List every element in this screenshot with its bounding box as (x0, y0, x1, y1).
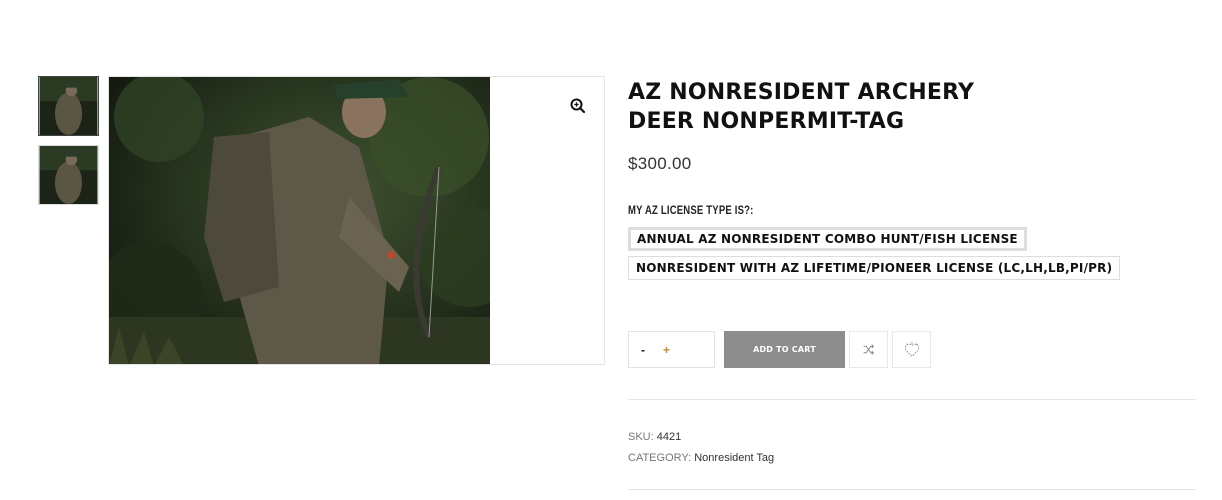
product-title: AZ NONRESIDENT ARCHERY DEER NONPERMIT-TA… (628, 80, 975, 134)
heart-icon (904, 341, 919, 357)
zoom-button[interactable] (569, 97, 587, 115)
divider (628, 489, 1196, 490)
license-option-annual-combo[interactable]: ANNUAL AZ NONRESIDENT COMBO HUNT/FISH LI… (628, 227, 1027, 251)
zoom-in-icon (570, 98, 586, 114)
sku-value: 4421 (656, 431, 682, 443)
quantity-increase-button[interactable]: + (663, 343, 670, 357)
license-type-label: MY AZ LICENSE TYPE IS?: (628, 204, 754, 218)
add-to-cart-row: - + ADD TO CART (628, 331, 931, 368)
sku-label: SKU: (628, 431, 654, 443)
hunter-photo-thumbnail (39, 146, 98, 204)
product-meta: SKU: 4421 CATEGORY: Nonresident Tag (628, 427, 774, 469)
product-summary: AZ NONRESIDENT ARCHERY DEER NONPERMIT-TA… (628, 78, 1198, 490)
shuffle-icon (863, 344, 875, 355)
hunter-photo-thumbnail (39, 77, 98, 135)
product-price: $300.00 (628, 154, 692, 173)
wishlist-button[interactable] (892, 331, 931, 368)
divider (628, 399, 1196, 400)
quantity-decrease-button[interactable]: - (641, 343, 645, 357)
quantity-stepper: - + (628, 331, 715, 368)
category-row: CATEGORY: Nonresident Tag (628, 448, 774, 469)
add-to-cart-button[interactable]: ADD TO CART (724, 331, 845, 368)
license-option-lifetime-pioneer[interactable]: NONRESIDENT WITH AZ LIFETIME/PIONEER LIC… (628, 256, 1121, 280)
gallery-thumbnails (38, 76, 99, 214)
license-type-options: ANNUAL AZ NONRESIDENT COMBO HUNT/FISH LI… (628, 227, 1198, 280)
sku-row: SKU: 4421 (628, 427, 774, 448)
category-link[interactable]: Nonresident Tag (694, 452, 774, 464)
compare-button[interactable] (849, 331, 888, 368)
category-label: CATEGORY: (628, 452, 692, 464)
gallery-thumbnail-2[interactable] (38, 145, 99, 205)
hunter-photo (109, 77, 490, 364)
main-product-image[interactable] (108, 76, 605, 365)
gallery-thumbnail-1[interactable] (38, 76, 99, 136)
